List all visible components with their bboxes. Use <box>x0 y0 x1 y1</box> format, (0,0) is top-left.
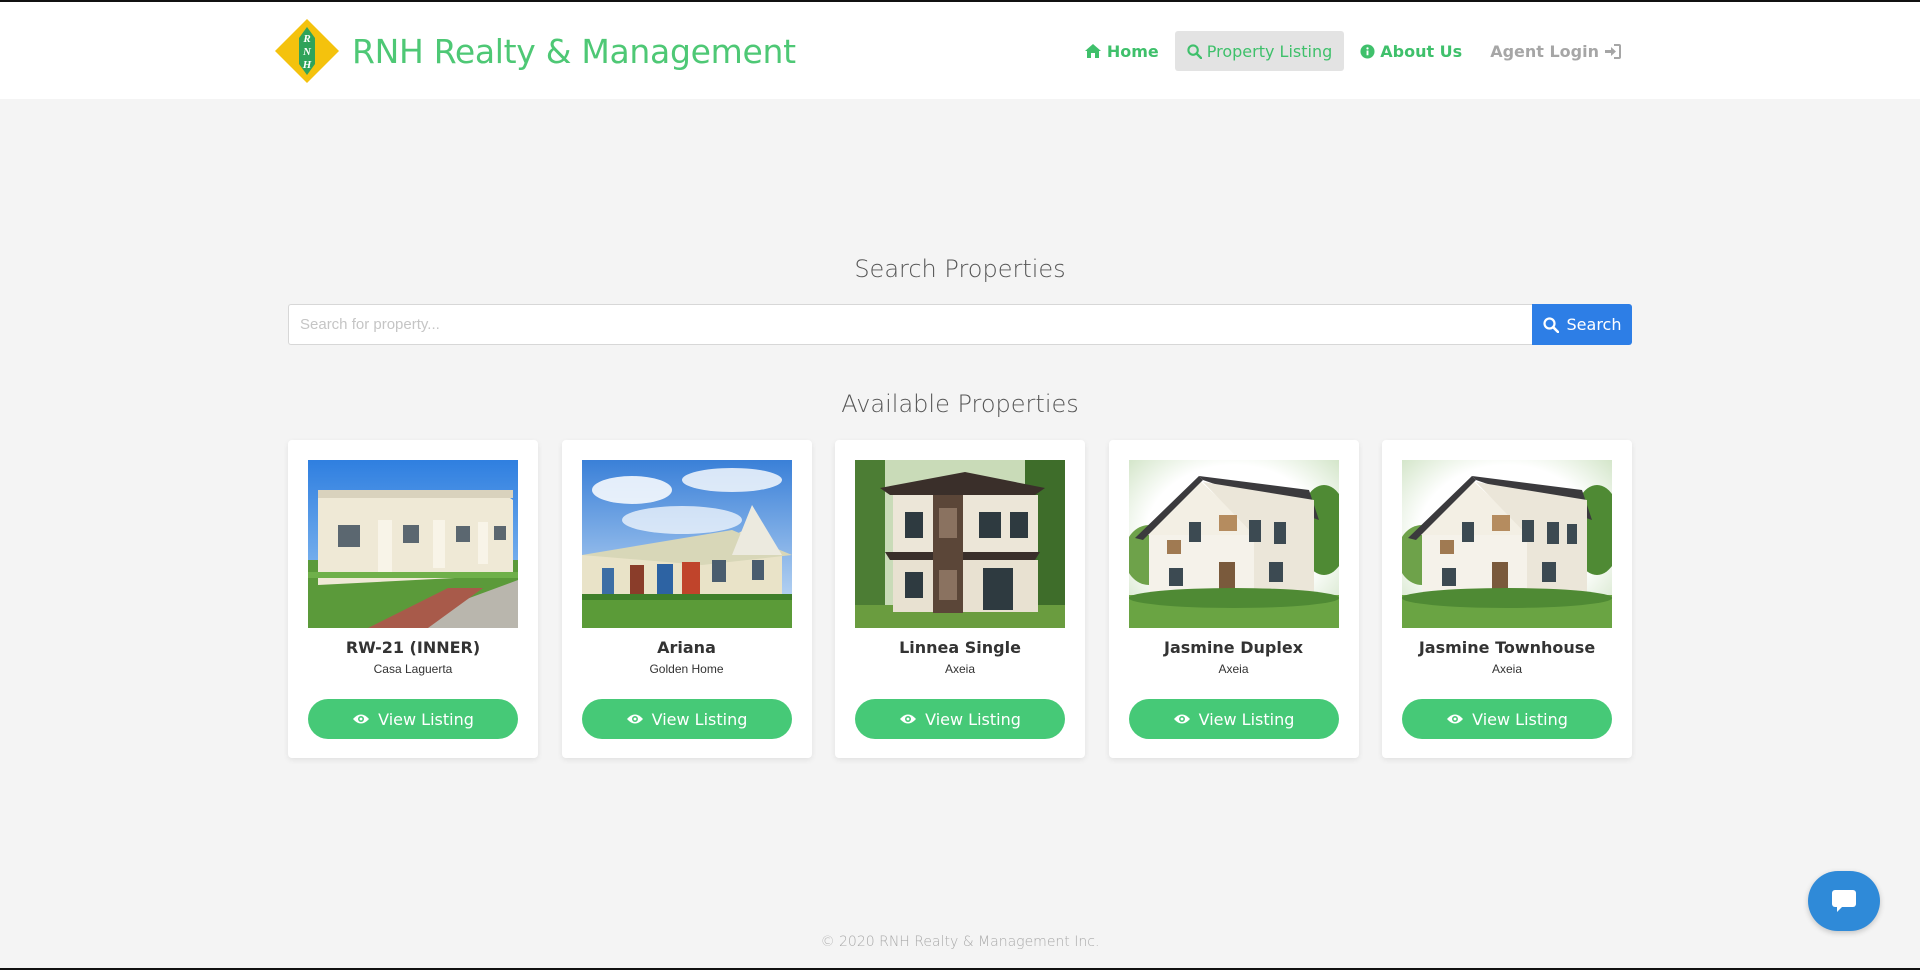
eye-icon <box>900 714 917 724</box>
eye-icon <box>626 714 643 724</box>
property-project: Golden Home <box>649 662 724 676</box>
search-bar: Search <box>288 304 1632 345</box>
property-name: RW-21 (INNER) <box>345 638 481 657</box>
svg-text:N: N <box>302 46 312 58</box>
nav-about-us-label: About Us <box>1380 41 1463 61</box>
property-photo[interactable] <box>581 460 792 628</box>
nav-about-us[interactable]: About Us <box>1348 31 1474 71</box>
view-listing-button[interactable]: View Listing <box>1128 699 1339 739</box>
brand[interactable]: R N H RNH Realty & Management <box>274 18 796 84</box>
navbar: R N H RNH Realty & Management Home Prope… <box>0 2 1920 99</box>
eye-icon <box>353 714 370 724</box>
main-nav: Home Property Listing About Us Agent Log… <box>1068 31 1633 71</box>
search-icon <box>1542 316 1559 333</box>
view-listing-label: View Listing <box>925 709 1021 729</box>
property-photo[interactable] <box>1128 460 1339 628</box>
chat-button[interactable] <box>1808 871 1880 931</box>
nav-property-listing[interactable]: Property Listing <box>1174 31 1345 71</box>
footer-copyright: © 2020 RNH Realty & Management Inc. <box>820 934 1100 950</box>
property-name: Linnea Single <box>899 638 1021 657</box>
property-project: Axeia <box>1491 662 1523 676</box>
property-project: Axeia <box>944 662 976 676</box>
property-photo[interactable] <box>1402 460 1612 628</box>
search-button-label: Search <box>1566 315 1622 334</box>
nav-agent-login-label: Agent Login <box>1490 41 1599 61</box>
property-project: Casa Laguerta <box>373 662 453 676</box>
search-input[interactable] <box>288 304 1532 345</box>
property-name: Ariana <box>657 638 716 657</box>
nav-home[interactable]: Home <box>1072 31 1171 71</box>
info-icon <box>1360 43 1375 59</box>
search-icon <box>1187 43 1202 59</box>
property-card: Jasmine Townhouse Axeia View Listing <box>1382 440 1632 758</box>
view-listing-label: View Listing <box>1472 709 1568 729</box>
property-photo[interactable] <box>855 460 1065 628</box>
property-photo[interactable] <box>308 460 518 628</box>
view-listing-label: View Listing <box>651 709 748 729</box>
view-listing-button[interactable]: View Listing <box>581 699 792 739</box>
sign-in-icon <box>1605 43 1621 59</box>
search-title: Search Properties <box>854 255 1066 283</box>
property-card: Ariana Golden Home View Listing <box>561 440 812 758</box>
property-cards: RW-21 (INNER) Casa Laguerta View Listing <box>288 440 1632 758</box>
eye-icon <box>1173 714 1190 724</box>
nav-home-label: Home <box>1106 41 1159 61</box>
svg-text:H: H <box>302 59 312 71</box>
view-listing-label: View Listing <box>378 709 474 729</box>
nav-agent-login[interactable]: Agent Login <box>1478 31 1633 71</box>
chat-bubble-icon <box>1832 890 1856 912</box>
view-listing-button[interactable]: View Listing <box>1402 699 1612 739</box>
property-card: RW-21 (INNER) Casa Laguerta View Listing <box>288 440 538 758</box>
view-listing-button[interactable]: View Listing <box>308 699 518 739</box>
available-properties-title: Available Properties <box>841 390 1079 418</box>
property-project: Axeia <box>1218 662 1249 676</box>
company-logo: R N H <box>274 18 340 84</box>
eye-icon <box>1447 714 1464 724</box>
property-card: Jasmine Duplex Axeia View Listing <box>1108 440 1359 758</box>
property-name: Jasmine Townhouse <box>1418 638 1596 657</box>
nav-property-listing-label: Property Listing <box>1206 41 1333 61</box>
property-name: Jasmine Duplex <box>1163 638 1304 657</box>
view-listing-label: View Listing <box>1198 709 1295 729</box>
search-button[interactable]: Search <box>1532 304 1632 345</box>
property-card: Linnea Single Axeia View Listing <box>835 440 1085 758</box>
view-listing-button[interactable]: View Listing <box>855 699 1065 739</box>
brand-name[interactable]: RNH Realty & Management <box>352 32 796 71</box>
home-icon <box>1084 44 1101 58</box>
svg-text:R: R <box>302 33 310 45</box>
